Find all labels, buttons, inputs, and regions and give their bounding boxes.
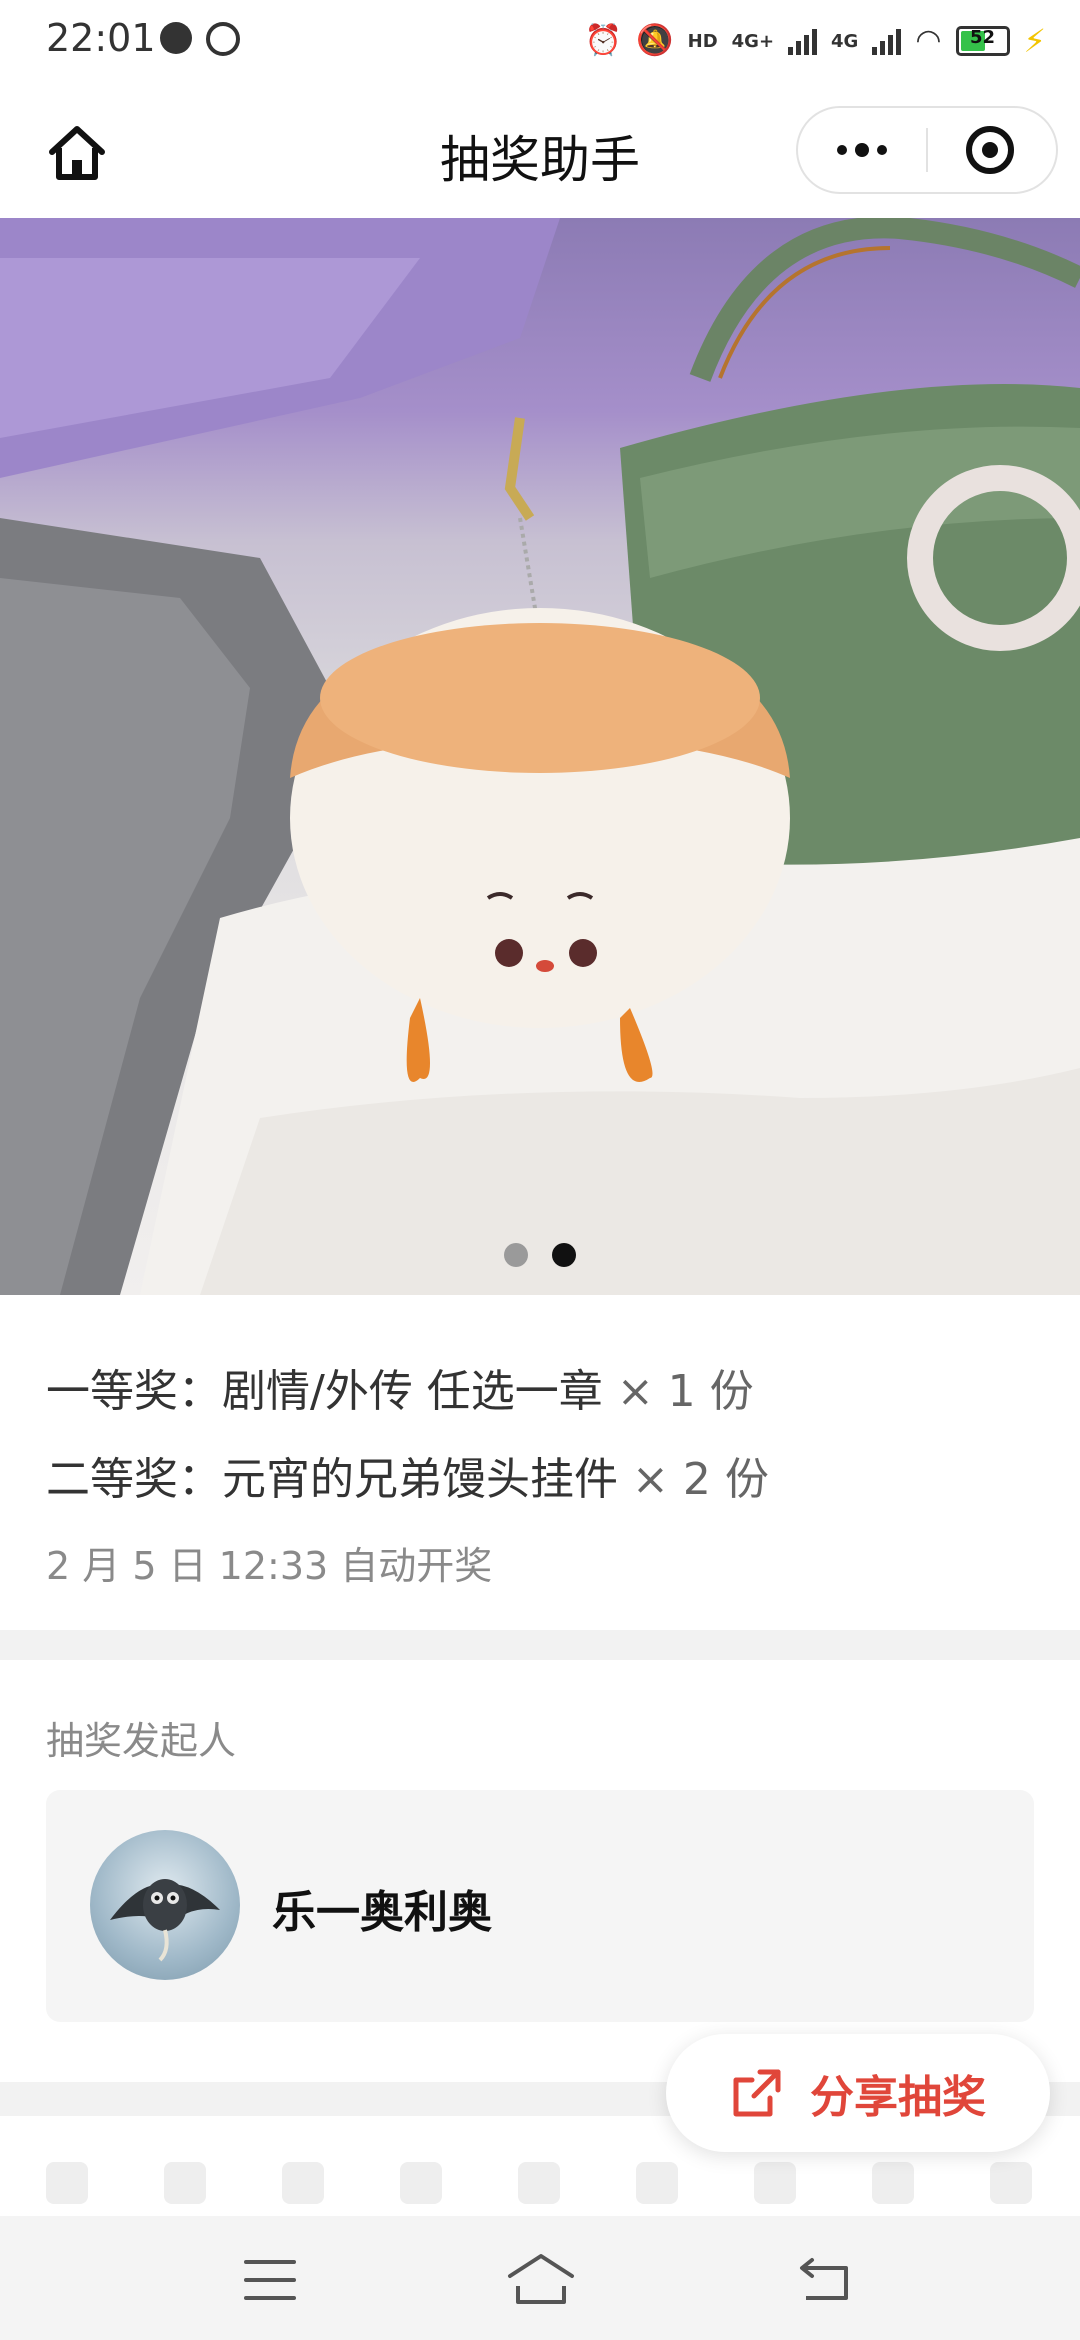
placeholder-block [400,2162,442,2204]
back-icon [800,2258,848,2300]
menu-line-icon [244,2278,296,2282]
charging-icon: ⚡ [1023,22,1046,60]
prize-info: 一等奖：剧情/外传 任选一章 × 1 份 二等奖：元宵的兄弟馒头挂件 × 2 份… [0,1295,1080,1630]
network-4g: 4G [831,30,859,52]
signal-icon-2 [872,27,902,55]
placeholder-block [990,2162,1032,2204]
system-navigation-bar [0,2216,1080,2340]
prize-second-qty: × 2 份 [632,1454,769,1505]
recent-apps-button[interactable] [244,2260,296,2300]
capsule-menu [796,106,1058,194]
carousel-dot-active[interactable] [552,1243,576,1267]
carousel-dot[interactable] [504,1243,528,1267]
avatar[interactable] [90,1830,240,1980]
signal-icon [788,27,818,55]
prize-second-label: 二等奖：元宵的兄弟馒头挂件 [46,1454,618,1505]
network-4g-plus: 4G+ [731,30,775,52]
system-back-button[interactable] [798,2254,852,2304]
target-icon [982,142,998,158]
draw-time: 2 月 5 日 12:33 自动开奖 [46,1544,493,1588]
initiator-label: 抽奖发起人 [46,1719,237,1763]
capsule-divider [926,128,928,172]
share-lottery-button[interactable]: 分享抽奖 [666,2034,1050,2152]
prize-second: 二等奖：元宵的兄弟馒头挂件 × 2 份 [46,1443,769,1507]
placeholder-block [872,2162,914,2204]
placeholder-block [636,2162,678,2204]
nav-bar: 抽奖助手 [0,86,1080,220]
more-button[interactable] [798,108,926,192]
owl-avatar-icon [110,1879,220,1962]
more-dot-icon [855,143,869,157]
share-label: 分享抽奖 [810,2072,986,2123]
section-divider [0,1630,1080,1660]
more-dot-icon [837,145,847,155]
carousel-indicator [0,1243,1080,1267]
menu-line-icon [244,2296,296,2300]
prize-first-qty: × 1 份 [616,1366,754,1417]
prize-photo [0,218,1080,1295]
system-home-button[interactable] [506,2252,576,2306]
mute-icon: 🔕 [636,23,674,58]
wifi-icon: ◠ [915,23,942,58]
close-miniprogram-button[interactable] [966,126,1014,174]
loading-placeholders [46,2162,1032,2204]
status-right-icons: ⏰ 🔕 HD 4G+ 4G ◠ 52 ⚡ [585,22,1046,60]
prize-first-label: 一等奖：剧情/外传 任选一章 [46,1366,603,1417]
prize-image-carousel[interactable] [0,218,1080,1295]
hd-badge: HD [687,30,718,52]
system-home-icon [508,2254,574,2304]
prize-first: 一等奖：剧情/外传 任选一章 × 1 份 [46,1355,754,1419]
more-dot-icon [877,145,887,155]
initiator-name[interactable]: 乐一奥利奥 [272,1876,492,1940]
status-time: 22:01 [46,16,156,60]
share-icon [733,2069,781,2117]
placeholder-block [164,2162,206,2204]
swirl-icon [206,22,240,56]
initiator-card[interactable]: 乐一奥利奥 [46,1790,1034,2022]
battery-icon: 52 [955,26,1010,56]
placeholder-block [282,2162,324,2204]
status-left-icons [160,22,240,56]
placeholder-block [518,2162,560,2204]
initiator-section: 抽奖发起人 乐一奥利奥 [0,1660,1080,2082]
placeholder-block [46,2162,88,2204]
compass-icon [160,22,192,54]
alarm-icon: ⏰ [584,23,623,58]
status-bar: 22:01 ⏰ 🔕 HD 4G+ 4G ◠ 52 ⚡ [0,0,1080,86]
menu-line-icon [244,2260,296,2264]
placeholder-block [754,2162,796,2204]
